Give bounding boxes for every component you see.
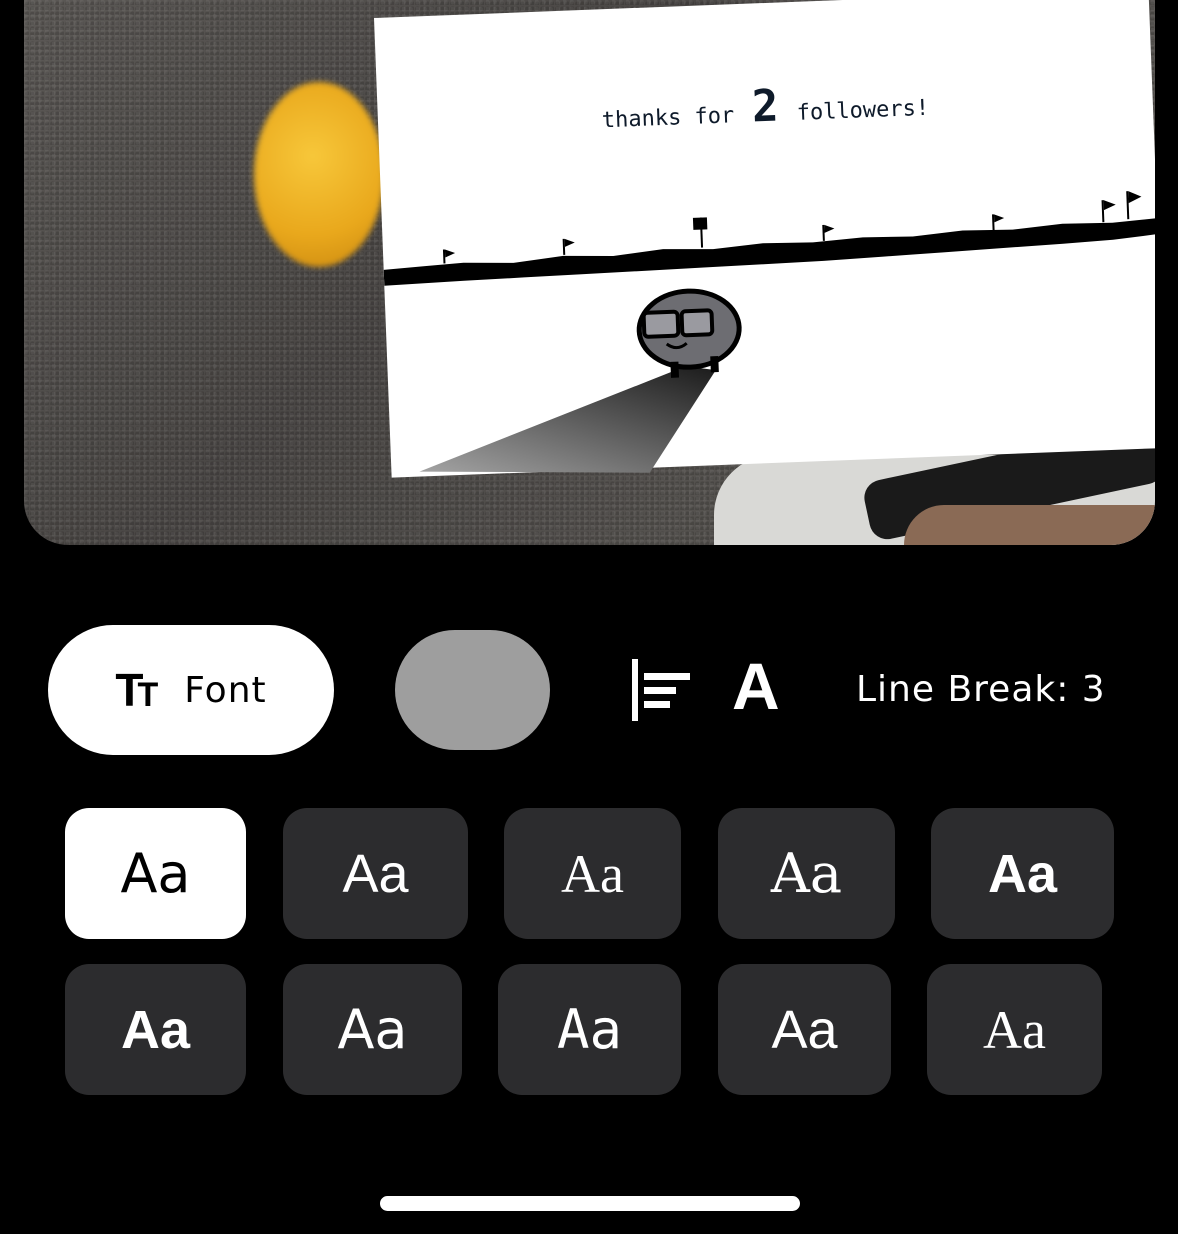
font-button[interactable]: TT Font <box>48 625 334 755</box>
font-option[interactable]: Aa <box>65 808 246 939</box>
font-option[interactable]: Aa <box>498 964 681 1095</box>
font-option[interactable]: Aa <box>283 808 468 939</box>
font-option[interactable]: Aa <box>718 964 891 1095</box>
card-text-after: followers! <box>796 95 930 126</box>
font-option[interactable]: Aa <box>931 808 1114 939</box>
font-option[interactable]: Aa <box>283 964 462 1095</box>
card-number: 2 <box>750 80 780 133</box>
font-option[interactable]: Aa <box>927 964 1102 1095</box>
card-caption: thanks for 2 followers! <box>377 66 1153 147</box>
line-break-button[interactable]: Line Break: 3 <box>856 669 1106 710</box>
yellow-ball <box>254 82 384 267</box>
color-swatch-button[interactable] <box>395 630 550 750</box>
arm <box>904 505 1155 545</box>
printed-card: thanks for 2 followers! <box>374 0 1155 478</box>
font-option[interactable]: Aa <box>718 808 895 939</box>
align-left-icon[interactable] <box>628 657 694 723</box>
creature-illustration <box>419 288 742 473</box>
card-text-before: thanks for <box>601 103 735 134</box>
home-indicator[interactable] <box>380 1196 800 1211</box>
text-toolbar: TT Font A Line Break: 3 <box>0 625 1178 755</box>
font-button-label: Font <box>184 669 267 711</box>
font-option[interactable]: Aa <box>504 808 681 939</box>
text-size-icon: TT <box>115 664 158 716</box>
photo-preview: thanks for 2 followers! <box>24 0 1155 545</box>
text-style-icon[interactable]: A <box>732 653 780 719</box>
font-option[interactable]: Aa <box>65 964 246 1095</box>
